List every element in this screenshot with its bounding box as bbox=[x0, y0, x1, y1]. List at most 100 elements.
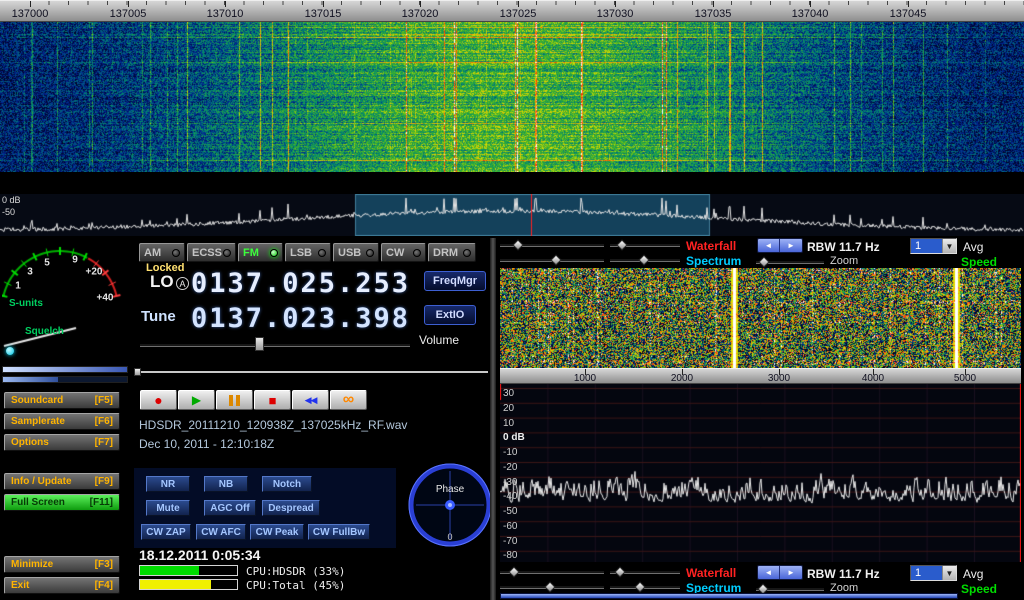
mode-button-lsb[interactable]: LSB bbox=[285, 243, 331, 262]
zoom-spectrum[interactable] bbox=[500, 384, 1021, 562]
waterfall-contrast-thumb-2[interactable] bbox=[614, 566, 625, 577]
options-button[interactable]: Options [F7] bbox=[4, 434, 120, 451]
samplerate-button[interactable]: Samplerate [F6] bbox=[4, 413, 120, 430]
lo-lock-badge[interactable]: A bbox=[176, 277, 189, 290]
cw-peak-button[interactable]: CW Peak bbox=[250, 524, 304, 540]
speed-label: Speed bbox=[961, 255, 997, 269]
cw-afc-button[interactable]: CW AFC bbox=[196, 524, 246, 540]
cpu-hdsdr-bar bbox=[139, 565, 238, 576]
pause-icon bbox=[229, 395, 240, 406]
mode-button-cw[interactable]: CW bbox=[381, 243, 426, 262]
mode-led bbox=[223, 249, 231, 257]
speed-bar[interactable] bbox=[500, 593, 958, 599]
ruler-label: 137025 bbox=[500, 8, 537, 20]
stop-icon: ■ bbox=[269, 393, 277, 408]
minimize-button[interactable]: Minimize [F3] bbox=[4, 556, 120, 573]
dropdown-arrow-icon[interactable]: ▼ bbox=[942, 566, 956, 580]
spinner-right-icon[interactable]: ► bbox=[780, 566, 802, 579]
ruler-label: 137020 bbox=[402, 8, 439, 20]
phase-indicator[interactable]: Phase 0 bbox=[407, 462, 493, 548]
stop-button[interactable]: ■ bbox=[254, 390, 291, 410]
zoom-spinner[interactable]: ◄ ► bbox=[757, 238, 803, 253]
speed-dropdown-2[interactable]: 1 ▼ bbox=[910, 565, 957, 581]
spectrum-brightness-thumb-2[interactable] bbox=[544, 581, 555, 592]
recording-filename: HDSDR_20111210_120938Z_137025kHz_RF.wav bbox=[139, 418, 407, 432]
main-waterfall[interactable] bbox=[0, 0, 1024, 172]
mode-label: AM bbox=[144, 247, 161, 259]
meter-slider-2-fill bbox=[3, 377, 58, 382]
freqmgr-button[interactable]: FreqMgr bbox=[424, 271, 486, 291]
rbw-label: RBW 11.7 Hz bbox=[807, 240, 880, 254]
zoom-waterfall[interactable] bbox=[500, 268, 1021, 368]
waterfall-brightness-thumb[interactable] bbox=[512, 239, 523, 250]
zoom-spinner-2[interactable]: ◄ ► bbox=[757, 565, 803, 580]
cw-fullbw-button[interactable]: CW FullBw bbox=[308, 524, 370, 540]
mini-spectrum[interactable] bbox=[0, 194, 1024, 236]
zoom-thumb[interactable] bbox=[758, 256, 769, 267]
lo-frequency-display[interactable]: 0137.025.253 bbox=[191, 268, 410, 299]
notch-button[interactable]: Notch bbox=[262, 476, 312, 492]
spectrum-brightness-thumb[interactable] bbox=[550, 254, 561, 265]
mode-button-usb[interactable]: USB bbox=[333, 243, 379, 262]
volume-slider[interactable] bbox=[140, 343, 410, 347]
ruler-tick bbox=[128, 1, 129, 7]
waterfall-brightness-thumb-2[interactable] bbox=[508, 566, 519, 577]
info-update-button[interactable]: Info / Update [F9] bbox=[4, 473, 120, 490]
spectrum-db-label: -40 bbox=[503, 491, 517, 502]
soundcard-button[interactable]: Soundcard [F5] bbox=[4, 392, 120, 409]
waterfall-contrast-thumb[interactable] bbox=[616, 239, 627, 250]
spinner-left-icon[interactable]: ◄ bbox=[758, 239, 780, 252]
spectrum-db-label: -20 bbox=[503, 462, 517, 473]
mode-button-ecss[interactable]: ECSS bbox=[187, 243, 236, 262]
nr-button[interactable]: NR bbox=[146, 476, 190, 492]
clock: 18.12.2011 0:05:34 bbox=[139, 547, 260, 563]
spectrum-db-label: 30 bbox=[503, 388, 514, 399]
frequency-ruler[interactable]: 137000 137005 137010 137015 137020 13702… bbox=[0, 0, 1024, 22]
ruler-label: 137040 bbox=[792, 8, 829, 20]
agc-button[interactable]: AGC Off bbox=[204, 500, 256, 516]
ruler-tick bbox=[30, 1, 31, 7]
spectrum-contrast-thumb-2[interactable] bbox=[634, 581, 645, 592]
spinner-left-icon[interactable]: ◄ bbox=[758, 566, 780, 579]
loop-button[interactable]: ∞ bbox=[330, 390, 367, 410]
gain-handle[interactable] bbox=[134, 368, 141, 376]
mode-label: LSB bbox=[290, 247, 312, 259]
ruler-tick bbox=[323, 1, 324, 7]
meter-slider-2[interactable] bbox=[2, 376, 128, 383]
speed-dropdown[interactable]: 1 ▼ bbox=[910, 238, 957, 254]
spectrum-contrast-thumb[interactable] bbox=[638, 254, 649, 265]
pause-button[interactable] bbox=[216, 390, 253, 410]
cpu-hdsdr-label: CPU:HDSDR (33%) bbox=[246, 565, 345, 578]
scale-label: 3000 bbox=[768, 373, 790, 384]
tune-frequency-display[interactable]: 0137.023.398 bbox=[191, 303, 410, 334]
despread-button[interactable]: Despread bbox=[262, 500, 320, 516]
meter-slider-1[interactable] bbox=[2, 366, 128, 373]
mode-button-fm[interactable]: FM bbox=[238, 243, 283, 262]
mode-label: DRM bbox=[433, 247, 458, 259]
extio-button[interactable]: ExtIO bbox=[424, 305, 476, 325]
mode-button-drm[interactable]: DRM bbox=[428, 243, 476, 262]
zoom-waterfall-scale[interactable]: 1000 2000 3000 4000 5000 bbox=[500, 368, 1021, 384]
mode-led bbox=[366, 249, 374, 257]
spinner-right-icon[interactable]: ► bbox=[780, 239, 802, 252]
gain-slider[interactable] bbox=[136, 371, 488, 373]
rewind-button[interactable]: ◀◀ bbox=[292, 390, 329, 410]
mode-button-am[interactable]: AM bbox=[139, 243, 185, 262]
mute-button[interactable]: Mute bbox=[146, 500, 190, 516]
dropdown-arrow-icon[interactable]: ▼ bbox=[942, 239, 956, 253]
squelch-marker[interactable] bbox=[6, 347, 14, 355]
play-button[interactable]: ▶ bbox=[178, 390, 215, 410]
fullscreen-button[interactable]: Full Screen [F11] bbox=[4, 494, 120, 511]
record-button[interactable]: ● bbox=[140, 390, 177, 410]
exit-button[interactable]: Exit [F4] bbox=[4, 577, 120, 594]
ruler-label: 137010 bbox=[207, 8, 244, 20]
ruler-label: 137035 bbox=[695, 8, 732, 20]
nb-button[interactable]: NB bbox=[204, 476, 248, 492]
cw-zap-button[interactable]: CW ZAP bbox=[141, 524, 191, 540]
scale-label: 1000 bbox=[574, 373, 596, 384]
button-label: Minimize bbox=[11, 559, 53, 570]
button-key: [F6] bbox=[95, 416, 113, 427]
button-label: Exit bbox=[11, 580, 29, 591]
smeter-tick-label: +20 bbox=[86, 267, 103, 278]
volume-handle[interactable] bbox=[255, 337, 264, 351]
